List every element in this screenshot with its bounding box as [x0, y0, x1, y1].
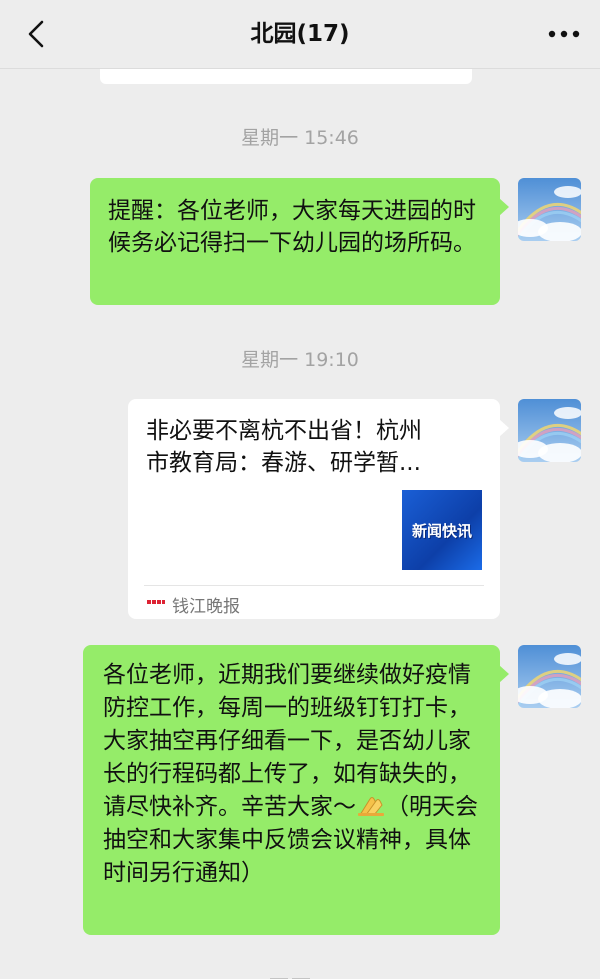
avatar[interactable] — [518, 645, 581, 708]
link-card-title: 非必要不离杭不出省！杭州 市教育局：春游、研学暂... — [146, 418, 422, 476]
link-card-source: 钱江晚报 — [172, 597, 240, 617]
link-card-thumbnail: 新闻快讯 — [402, 490, 482, 570]
avatar[interactable] — [518, 178, 581, 241]
timestamp: 星期一 15:46 — [241, 127, 359, 149]
source-logo — [146, 597, 166, 607]
chat-title: 北园(17) — [250, 21, 350, 47]
chat-header: 北园(17) — [0, 0, 600, 69]
sky-rainbow-avatar-icon — [518, 178, 581, 241]
avatar[interactable] — [518, 399, 581, 462]
thumbnail-text: 新闻快讯 — [411, 521, 472, 540]
cut-off-timestamp — [220, 968, 380, 979]
divider — [144, 585, 484, 586]
cut-off-text-icon — [270, 978, 310, 979]
timestamp: 星期一 19:10 — [241, 349, 359, 371]
message-bubble[interactable]: 各位老师，近期我们要继续做好疫情防控工作，每周一的班级钉钉打卡，大家抽空再仔细看… — [83, 645, 509, 935]
qianjiang-evening-news-logo-icon — [146, 599, 166, 605]
more-options-button[interactable] — [542, 18, 586, 50]
folded-hands-icon — [358, 797, 384, 816]
more-dots-icon — [548, 30, 580, 38]
sky-rainbow-avatar-icon — [518, 399, 581, 462]
link-card[interactable]: 非必要不离杭不出省！杭州 市教育局：春游、研学暂... 新闻快讯 钱江晚报 — [128, 399, 509, 619]
message-bubble[interactable]: 提醒：各位老师，大家每天进园的时候务必记得扫一下幼儿园的场所码。 — [90, 178, 509, 305]
sky-rainbow-avatar-icon — [518, 645, 581, 708]
